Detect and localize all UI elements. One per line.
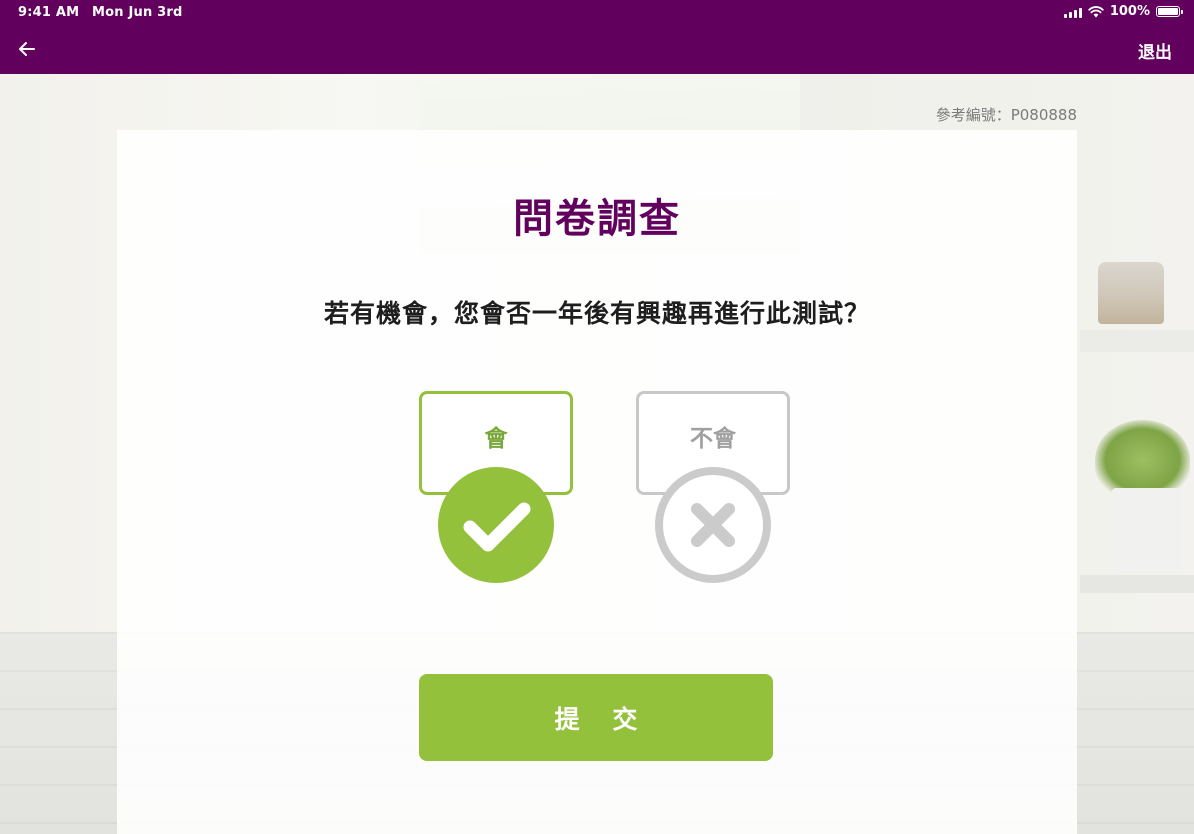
check-icon	[463, 502, 531, 552]
battery-icon	[1156, 6, 1183, 17]
background-jar	[1098, 262, 1164, 324]
top-bar: 9:41 AM Mon Jun 3rd 100% 退出	[0, 0, 1194, 74]
option-no[interactable]: 不會	[636, 391, 790, 583]
background-pot	[1112, 488, 1182, 573]
background-shelf	[1080, 330, 1194, 352]
cross-icon	[691, 503, 735, 547]
option-no-label: 不會	[690, 426, 736, 452]
submit-button[interactable]: 提 交	[419, 674, 773, 761]
survey-screen: 9:41 AM Mon Jun 3rd 100% 退出 參考編號：P080888…	[0, 0, 1194, 834]
background-shelf	[1080, 575, 1194, 593]
cross-circle[interactable]	[655, 467, 771, 583]
status-time: 9:41 AM	[18, 5, 80, 20]
arrow-left-icon	[19, 42, 35, 56]
page-title: 問卷調查	[513, 196, 681, 242]
status-date: Mon Jun 3rd	[92, 5, 183, 20]
option-yes-label: 會	[484, 426, 508, 452]
reference-number: 參考編號：P080888	[935, 106, 1077, 124]
wifi-icon	[1088, 5, 1104, 17]
status-bar-right: 100%	[1063, 4, 1183, 19]
status-bar-left: 9:41 AM Mon Jun 3rd	[18, 5, 190, 20]
exit-button[interactable]: 退出	[1138, 38, 1172, 63]
back-button[interactable]	[14, 36, 42, 62]
cellular-signal-icon	[1063, 6, 1082, 18]
survey-question: 若有機會，您會否一年後有興趣再進行此測試？	[323, 299, 870, 328]
check-circle[interactable]	[438, 467, 554, 583]
battery-percent: 100%	[1109, 4, 1150, 19]
option-yes[interactable]: 會	[419, 391, 573, 583]
survey-panel: 問卷調查 若有機會，您會否一年後有興趣再進行此測試？ 會 不會 提 交	[117, 130, 1077, 834]
